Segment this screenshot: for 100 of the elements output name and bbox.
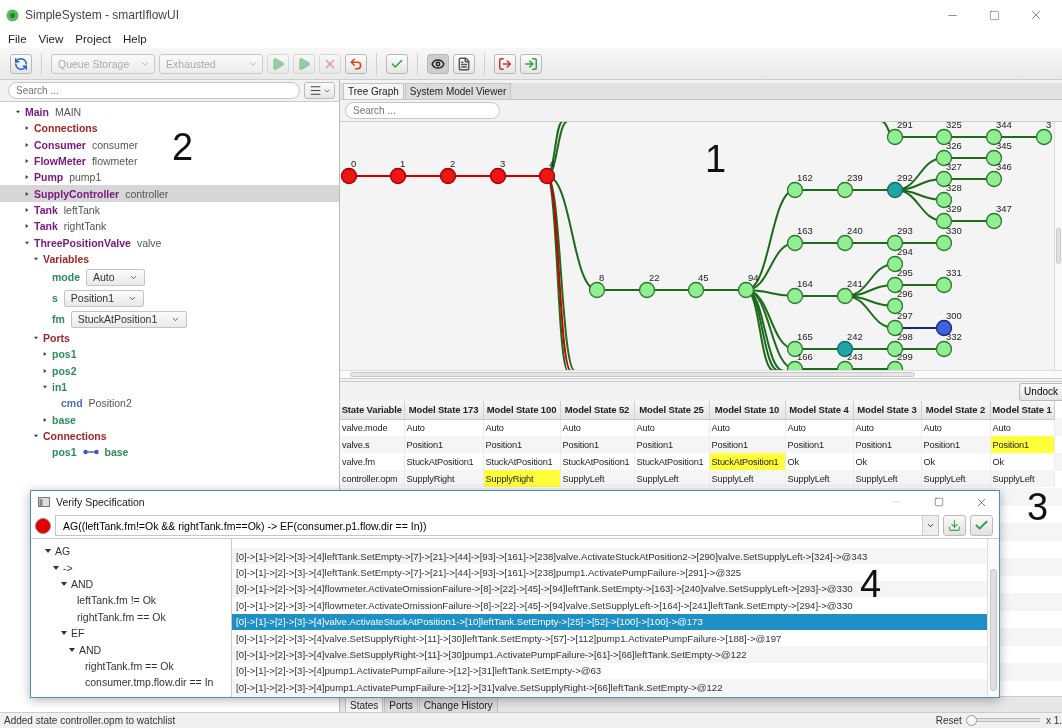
collapse-arrow-icon[interactable] (34, 432, 38, 439)
formula-node[interactable]: consumer.tmp.flow.dir == In (85, 676, 214, 689)
graph-node[interactable] (588, 281, 606, 299)
tree-item[interactable]: s Position1 (0, 287, 145, 309)
tree-item[interactable]: fm StuckAtPosition1 (0, 308, 188, 330)
expand-arrow-icon[interactable] (25, 141, 29, 148)
column-header[interactable]: Model State 3 (853, 401, 921, 419)
tree-item[interactable]: Main MAIN (0, 104, 82, 121)
column-header[interactable]: Model State 2 (921, 401, 990, 419)
formula-node[interactable]: rightTank.fm == Ok (85, 659, 174, 672)
graph-node[interactable] (886, 297, 904, 315)
search-field[interactable]: Search ... (345, 102, 500, 119)
tree-item[interactable]: Tank leftTank (0, 201, 100, 219)
column-header[interactable]: Model State 173 (404, 401, 483, 419)
formula-node[interactable]: leftTank.fm != Ok (77, 594, 157, 607)
expand-arrow-icon[interactable] (25, 125, 29, 132)
zoom-reset-link[interactable]: Reset (935, 715, 962, 726)
graph-node[interactable] (836, 234, 854, 252)
formula-node[interactable]: EF (71, 627, 85, 640)
graph-node[interactable] (935, 234, 953, 252)
graph-node[interactable] (340, 167, 358, 185)
collapse-arrow-icon[interactable] (34, 255, 38, 262)
tree-item[interactable]: Connections (0, 120, 98, 137)
expand-arrow-icon[interactable] (43, 367, 47, 374)
expand-arrow-icon[interactable] (25, 190, 29, 197)
menu-button[interactable] (304, 82, 335, 99)
graph-node[interactable] (886, 360, 904, 370)
collapse-arrow-icon[interactable] (45, 548, 51, 555)
column-header[interactable]: Model State 1 (990, 401, 1054, 419)
tree-item[interactable]: FlowMeter flowmeter (0, 152, 138, 170)
graph-node[interactable] (836, 360, 854, 370)
graph-node[interactable] (935, 212, 953, 230)
column-header[interactable]: Model State 100 (483, 401, 560, 419)
collapse-arrow-icon[interactable] (43, 384, 47, 390)
graph-node[interactable] (786, 234, 804, 252)
expand-arrow-icon[interactable] (43, 351, 47, 358)
graph-node[interactable] (538, 167, 556, 185)
tree-item[interactable]: Tank rightTank (0, 218, 107, 235)
collapse-arrow-icon[interactable] (25, 239, 29, 246)
expand-arrow-icon[interactable] (43, 416, 47, 423)
graph-node[interactable] (737, 281, 755, 299)
download-button[interactable] (943, 515, 966, 536)
graph-node[interactable] (985, 212, 1003, 230)
expand-arrow-icon[interactable] (25, 206, 29, 213)
formula-node[interactable]: rightTank.fm == Ok (77, 610, 166, 623)
tree-item[interactable]: Pump pump1 (0, 169, 102, 186)
undock-button[interactable]: Undock (1019, 382, 1062, 401)
formula-node[interactable]: AG (55, 545, 71, 558)
tree-item[interactable]: in1 (0, 378, 68, 396)
tab[interactable]: Tree Graph (343, 83, 404, 99)
trace-item[interactable]: [0]->[1]->[2]->[3]->[4]leftTank.SetEmpty->[7]->[21]->[44]->[93]->[161]->[238]valve.ActivateStuckAtPosition2->[290]valve.SetSupplyLeft->[324]->@343 (232, 548, 987, 565)
graph-node[interactable] (935, 276, 953, 294)
toolbar-button[interactable] (427, 53, 449, 74)
value-dropdown[interactable]: StuckAtPosition1 (70, 310, 188, 328)
column-header[interactable]: Model State 4 (785, 401, 853, 419)
menu-item[interactable]: View (38, 33, 64, 45)
graph-node[interactable] (935, 340, 953, 358)
tree-item[interactable]: cmd Position2 (0, 395, 132, 412)
graph-node[interactable] (985, 170, 1003, 188)
collapse-arrow-icon[interactable] (69, 646, 75, 653)
menu-item[interactable]: Project (75, 33, 112, 45)
graph-node[interactable] (489, 167, 507, 185)
tree-item[interactable]: mode Auto (0, 266, 145, 288)
value-dropdown[interactable]: Auto (86, 268, 145, 286)
verify-button[interactable] (970, 515, 993, 536)
tree-item[interactable]: Connections (0, 427, 107, 445)
tree-item[interactable]: pos2 (0, 362, 77, 379)
graph-node[interactable] (886, 128, 904, 146)
menu-item[interactable]: File (8, 33, 27, 45)
graph-node[interactable] (439, 167, 457, 185)
trace-item[interactable]: [0]->[1]->[2]->[3]->[4]valve.SetSupplyRight->[11]->[30]pump1.ActivatePumpFailure->[61]->[66]leftTank.SetEmpty->@122 (232, 646, 987, 663)
graph-node[interactable] (389, 167, 407, 185)
toolbar-button[interactable] (453, 53, 475, 74)
tree-item[interactable]: Ports (0, 329, 70, 347)
close-icon[interactable] (1029, 8, 1043, 22)
graph-node[interactable] (786, 287, 804, 305)
expand-arrow-icon[interactable] (25, 223, 29, 230)
value-dropdown[interactable]: Position1 (63, 289, 145, 307)
tree-item[interactable]: pos1 (0, 346, 77, 363)
tree-item[interactable]: ThreePositionValve valve (0, 234, 162, 251)
tree-item[interactable]: Variables (0, 250, 90, 267)
column-header[interactable]: Model State 25 (634, 401, 709, 419)
collapse-arrow-icon[interactable] (16, 109, 20, 116)
formula-node[interactable]: -> (63, 561, 73, 574)
tree-item[interactable]: base (0, 411, 76, 428)
tree-item[interactable]: pos1 base (0, 444, 129, 461)
menu-item[interactable]: Help (123, 33, 147, 45)
tree-item[interactable]: SupplyController controller (0, 185, 339, 202)
expand-arrow-icon[interactable] (25, 158, 29, 165)
graph-node[interactable] (786, 181, 804, 199)
tree-item[interactable]: Consumer consumer (0, 136, 139, 153)
graph-node[interactable] (836, 287, 854, 305)
trace-item[interactable]: [0]->[1]->[2]->[3]->[4]pump1.ActivatePumpFailure->[12]->[31]valve.SetSupplyRight->[66]leftTank.SetEmpty->@122 (232, 679, 987, 696)
collapse-arrow-icon[interactable] (53, 564, 59, 571)
column-header[interactable]: Model State 10 (709, 401, 785, 419)
collapse-arrow-icon[interactable] (61, 580, 67, 587)
collapse-arrow-icon[interactable] (34, 335, 38, 342)
expand-arrow-icon[interactable] (25, 174, 29, 181)
graph-node[interactable] (886, 181, 904, 199)
column-header[interactable]: State Variable (340, 401, 404, 419)
